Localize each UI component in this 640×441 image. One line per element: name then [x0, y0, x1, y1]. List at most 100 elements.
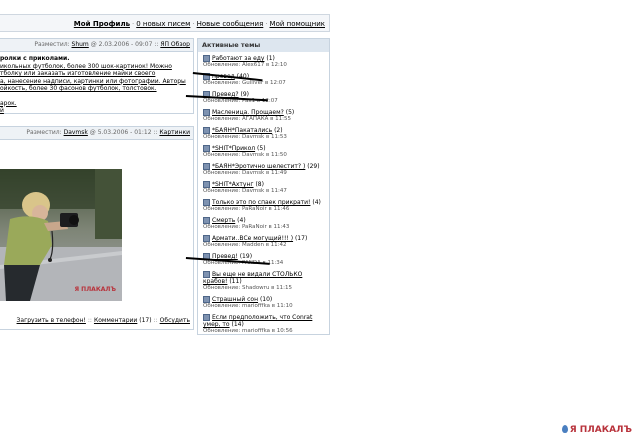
post-author-link[interactable]: Davmsk: [64, 129, 88, 136]
post-text-line: й: [0, 107, 4, 114]
topic-link[interactable]: *SHIT*Прикол: [212, 145, 255, 152]
topic-icon: [203, 55, 210, 62]
topic-link[interactable]: *БАЯН*Эротично шелестит? ): [212, 163, 305, 170]
topic-item: *SHIT*Прикол (5) Обновление: Davmsk в 11:…: [198, 145, 329, 159]
post-card: Разместил: Shum @ 2.03.2006 - 09:07 :: Я…: [0, 38, 194, 114]
topic-count: (5): [285, 109, 295, 116]
topic-item: Армати..ВСе могущий!!! ) (17) Обновление:…: [198, 235, 329, 249]
post-photo[interactable]: Я ПЛАКАЛЪ: [0, 169, 122, 301]
topic-icon: [203, 271, 210, 278]
post-text-line: [0, 93, 190, 100]
topic-update: Обновление: mariofffka в 10:56: [203, 328, 293, 334]
watermark-text: Я ПЛАКАЛЪ: [569, 425, 632, 435]
topic-icon: [203, 235, 210, 242]
topic-link[interactable]: Масленица. Прощаем?: [212, 109, 284, 116]
topic-link[interactable]: Только это по спаек прикрати!: [212, 199, 310, 206]
post-category-link[interactable]: Картинки: [159, 129, 190, 136]
topic-count: (4): [237, 217, 246, 224]
topic-icon: [203, 163, 210, 170]
post-date: @ 2.03.2006 - 09:07: [90, 41, 153, 48]
topic-link[interactable]: *БАЯН*Пакатались: [212, 127, 272, 134]
my-profile-link[interactable]: Мой Профиль: [74, 20, 130, 28]
topic-update: Обновление: Davmsk в 11:50: [203, 152, 287, 158]
active-topics-header: Активные темы: [198, 39, 329, 52]
post-card: Разместил: Davmsk @ 5.03.2006 - 01:12 ::…: [0, 126, 194, 330]
topic-update: Обновление: Gulliver в 12:07: [203, 80, 286, 86]
discuss-link[interactable]: Обсудить: [160, 317, 190, 324]
topic-count: (10): [259, 296, 273, 303]
topic-link[interactable]: Страшный сон: [212, 296, 258, 303]
topic-count: (19): [239, 253, 253, 260]
topic-link[interactable]: *SHIT*Ахтунг: [212, 181, 254, 188]
topic-count: (2): [274, 127, 283, 134]
topic-link[interactable]: Если предположить, что Conrat умер, то: [203, 314, 312, 328]
topic-update: Обновление: Shadowru в 11:15: [203, 285, 293, 291]
post-header: Разместил: Davmsk @ 5.03.2006 - 01:12 ::…: [0, 127, 193, 140]
post-text-line: тболку или заказать изготовление майки с…: [0, 70, 156, 77]
topic-item: Смерть (4) Обновление: PaRaNoir в 11:43: [198, 217, 329, 231]
posts-column: Разместил: Shum @ 2.03.2006 - 09:07 :: Я…: [0, 38, 194, 330]
nav-separator: ·: [192, 20, 195, 28]
topic-link[interactable]: Работают за еду: [212, 55, 264, 62]
topic-item: Работают за еду (1) Обновление: Alex617 в…: [198, 55, 329, 69]
topic-count: (17): [294, 235, 308, 242]
topic-link[interactable]: Армати..ВСе могущий!!! ): [212, 235, 293, 242]
topic-count: (1): [266, 55, 275, 62]
topic-update: Обновление: Alex617 в 12:10: [203, 62, 287, 68]
drop-icon: [561, 425, 568, 433]
top-navigation-bar: Мой Профиль · 0 новых писем · Новые сообщени…: [0, 14, 330, 32]
topic-item: *SHIT*Ахтунг (8) Обновление: Davmsk в 11:…: [198, 181, 329, 195]
topic-count: (29): [307, 163, 320, 170]
topic-link[interactable]: Вы еще не видали СТОЛЬКО крабов!: [203, 271, 302, 285]
topic-count: (4): [312, 199, 321, 206]
post-author-link[interactable]: Shum: [72, 41, 89, 48]
topics-list: Работают за еду (1) Обновление: Alex617 в…: [198, 52, 329, 334]
topic-item: Масленица. Прощаем? (5) Обновление: АГАПА…: [198, 109, 329, 123]
topic-icon: [203, 296, 210, 303]
new-letters-link[interactable]: 0 новых писем: [136, 20, 190, 28]
topic-link[interactable]: Смерть: [212, 217, 235, 224]
topic-item: Только это по спаек прикрати! (4) Обновле…: [198, 199, 329, 213]
topic-update: Обновление: mariofffka в 11:10: [203, 303, 293, 309]
topic-update: Обновление: Davmsk в 11:53: [203, 134, 287, 140]
topic-icon: [203, 127, 210, 134]
post-text-line: арок.: [0, 99, 17, 107]
topic-item: Страшный сон (10) Обновление: mariofffka …: [198, 296, 329, 310]
topic-count: (11): [229, 278, 242, 285]
topic-update: Обновление: Davmsk в 11:47: [203, 188, 287, 194]
topic-icon: [203, 217, 210, 224]
post-footer: Загрузить в телефон!:: Комментарии (17)::…: [0, 317, 190, 324]
post-text-line: ойкость, более 30 фасонов футболок, толс…: [0, 85, 157, 92]
separator: ::: [154, 41, 159, 48]
topic-icon: [203, 314, 210, 321]
topic-item: Если предположить, что Conrat умер, то (…: [198, 314, 329, 334]
post-header: Разместил: Shum @ 2.03.2006 - 09:07 :: Я…: [0, 39, 193, 52]
photographer-image: [0, 169, 122, 301]
topic-count: (14): [231, 321, 244, 328]
my-helper-link[interactable]: Мой помощник: [270, 20, 325, 28]
topic-item: *БАЯН*Эротично шелестит? ) (29) Обновлени…: [198, 163, 329, 177]
topic-icon: [203, 181, 210, 188]
site-watermark: Я ПЛАКАЛЪ: [561, 425, 632, 435]
topic-update: Обновление: Madden в 11:42: [203, 242, 287, 248]
topic-icon: [203, 145, 210, 152]
nav-separator: ·: [265, 20, 268, 28]
photo-watermark: Я ПЛАКАЛЪ: [74, 286, 116, 293]
posted-by-label: Разместил:: [26, 129, 62, 136]
posted-by-label: Разместил:: [34, 41, 70, 48]
post-category-link[interactable]: ЯП Обзор: [160, 41, 190, 48]
active-topics-panel: Активные темы Работают за еду (1) Обновле…: [197, 38, 330, 335]
comments-count: (17): [139, 317, 152, 324]
topic-count: (5): [257, 145, 266, 152]
topic-update: Обновление: АГАПАКА в 11:55: [203, 116, 292, 122]
separator: ::: [153, 317, 158, 324]
new-messages-link[interactable]: Новые сообщения: [197, 20, 264, 28]
topic-icon: [203, 109, 210, 116]
post-text-line: а, нанесение надписи, картинки или фотог…: [0, 77, 186, 85]
download-to-phone-link[interactable]: Загрузить в телефон!: [17, 317, 86, 324]
comments-link[interactable]: Комментарии: [94, 317, 137, 324]
topic-item: Вы еще не видали СТОЛЬКО крабов! (11) Обн…: [198, 271, 329, 292]
topic-update: Обновление: PaRaNoir в 11:46: [203, 206, 290, 212]
post-title: ролки с приколами.: [0, 55, 70, 62]
topic-update: Обновление: Davmsk в 11:49: [203, 170, 287, 176]
